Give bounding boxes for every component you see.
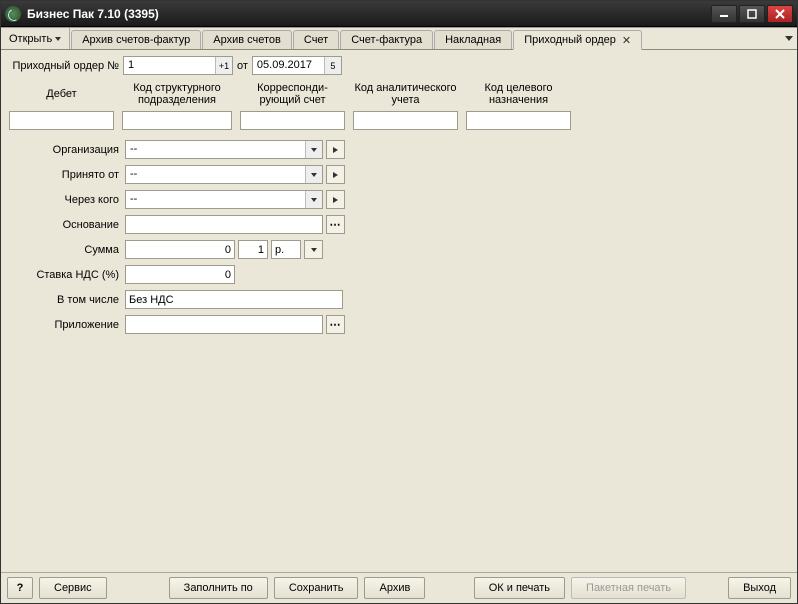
triangle-right-icon — [333, 197, 338, 203]
doc-number-increment[interactable]: +1 — [215, 57, 232, 74]
window-title: Бизнес Пак 7.10 (3395) — [27, 7, 711, 21]
service-button[interactable]: Сервис — [39, 577, 107, 599]
dots-icon: ⋯ — [330, 318, 342, 331]
through-label: Через кого — [9, 194, 119, 206]
sum-input[interactable] — [125, 240, 235, 259]
close-button[interactable] — [767, 5, 793, 23]
vat-rate-label: Ставка НДС (%) — [9, 269, 119, 281]
org-browse-button[interactable] — [326, 140, 345, 159]
sum-label: Сумма — [9, 244, 119, 256]
through-browse-button[interactable] — [326, 190, 345, 209]
org-combo[interactable]: -- — [125, 140, 323, 159]
attach-input[interactable] — [125, 315, 323, 334]
dots-icon: ⋯ — [330, 218, 342, 231]
kod-struct-input[interactable] — [122, 111, 232, 130]
sum-qty-input[interactable] — [238, 240, 268, 259]
minimize-button[interactable] — [711, 5, 737, 23]
chevron-down-icon — [785, 36, 793, 41]
korr-input[interactable] — [240, 111, 345, 130]
through-combo[interactable]: -- — [125, 190, 323, 209]
date-field[interactable]: 05.09.2017 5 — [252, 56, 342, 75]
tabstrip: Открыть Архив счетов-фактур Архив счетов… — [1, 28, 797, 50]
tab-archive-invoices[interactable]: Архив счетов-фактур — [71, 30, 201, 49]
accepted-from-label: Принято от — [9, 169, 119, 181]
tab-archive-accounts[interactable]: Архив счетов — [202, 30, 292, 49]
fill-by-button[interactable]: Заполнить по — [169, 577, 268, 599]
tab-close-icon[interactable]: ✕ — [620, 34, 631, 47]
tabstrip-overflow-button[interactable] — [781, 28, 797, 49]
header-kod-anal: Код аналитичес­кого учета — [353, 81, 458, 107]
reason-browse-button[interactable]: ⋯ — [326, 215, 345, 234]
date-picker-button[interactable]: 5 — [324, 57, 341, 74]
chevron-down-icon — [311, 248, 317, 252]
tab-incoming-order[interactable]: Приходный ордер ✕ — [513, 30, 642, 50]
help-button[interactable]: ? — [7, 577, 33, 599]
maximize-button[interactable] — [739, 5, 765, 23]
triangle-right-icon — [333, 147, 338, 153]
footer: ? Сервис Заполнить по Сохранить Архив ОК… — [1, 572, 797, 603]
reason-label: Основание — [9, 219, 119, 231]
incl-input[interactable] — [125, 290, 343, 309]
chevron-down-icon[interactable] — [305, 141, 322, 158]
org-label: Организация — [9, 144, 119, 156]
header-debet: Дебет — [46, 81, 76, 107]
chevron-down-icon — [55, 37, 61, 41]
chevron-down-icon[interactable] — [305, 166, 322, 183]
header-korr: Корреспонди­рующий счет — [240, 81, 345, 107]
header-kod-cel: Код целевого назначения — [466, 81, 571, 107]
app-icon — [5, 6, 21, 22]
ok-print-button[interactable]: ОК и печать — [474, 577, 565, 599]
header-kod-struct: Код структурного подразделения — [122, 81, 232, 107]
sum-unit-input[interactable] — [271, 240, 301, 259]
doc-number-field[interactable]: 1 +1 — [123, 56, 233, 75]
exit-button[interactable]: Выход — [728, 577, 791, 599]
tab-invoice[interactable]: Счет-фактура — [340, 30, 433, 49]
incl-label: В том числе — [9, 294, 119, 306]
kod-cel-input[interactable] — [466, 111, 571, 130]
open-menu-button[interactable]: Открыть — [1, 28, 70, 49]
attach-label: Приложение — [9, 319, 119, 331]
accepted-from-browse-button[interactable] — [326, 165, 345, 184]
vat-rate-input[interactable] — [125, 265, 235, 284]
tab-waybill[interactable]: Накладная — [434, 30, 512, 49]
reason-input[interactable] — [125, 215, 323, 234]
sum-dropdown-button[interactable] — [304, 240, 323, 259]
tab-account[interactable]: Счет — [293, 30, 339, 49]
triangle-right-icon — [333, 172, 338, 178]
save-button[interactable]: Сохранить — [274, 577, 359, 599]
kod-anal-input[interactable] — [353, 111, 458, 130]
from-label: от — [237, 60, 248, 72]
attach-browse-button[interactable]: ⋯ — [326, 315, 345, 334]
titlebar: Бизнес Пак 7.10 (3395) — [1, 1, 797, 27]
accepted-from-combo[interactable]: -- — [125, 165, 323, 184]
open-menu-label: Открыть — [9, 33, 52, 45]
batch-print-button: Пакетная печать — [571, 577, 686, 599]
archive-button[interactable]: Архив — [364, 577, 425, 599]
chevron-down-icon[interactable] — [305, 191, 322, 208]
debet-input[interactable] — [9, 111, 114, 130]
doc-number-label: Приходный ордер № — [9, 60, 119, 72]
